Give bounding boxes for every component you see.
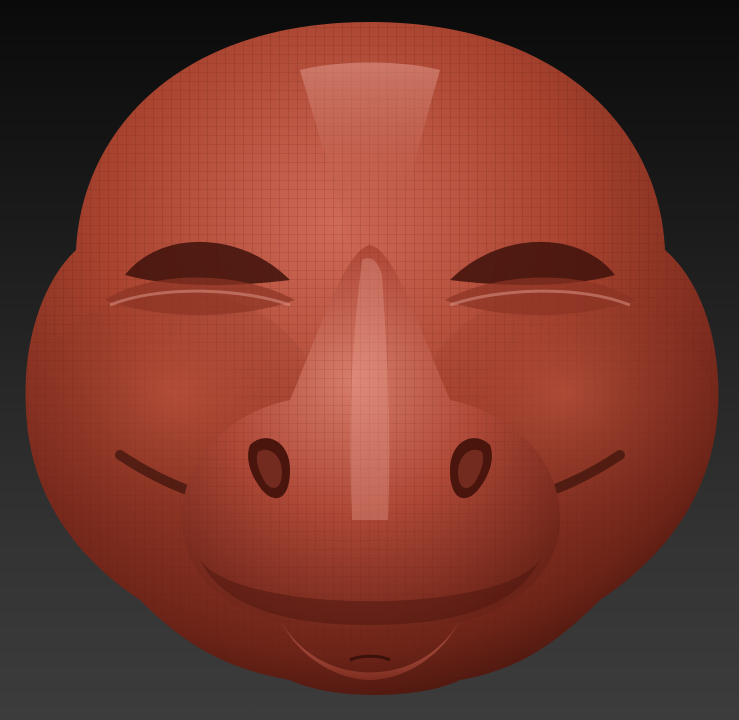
sculpt-viewport[interactable] (0, 0, 739, 720)
sculpted-head (25, 22, 719, 695)
